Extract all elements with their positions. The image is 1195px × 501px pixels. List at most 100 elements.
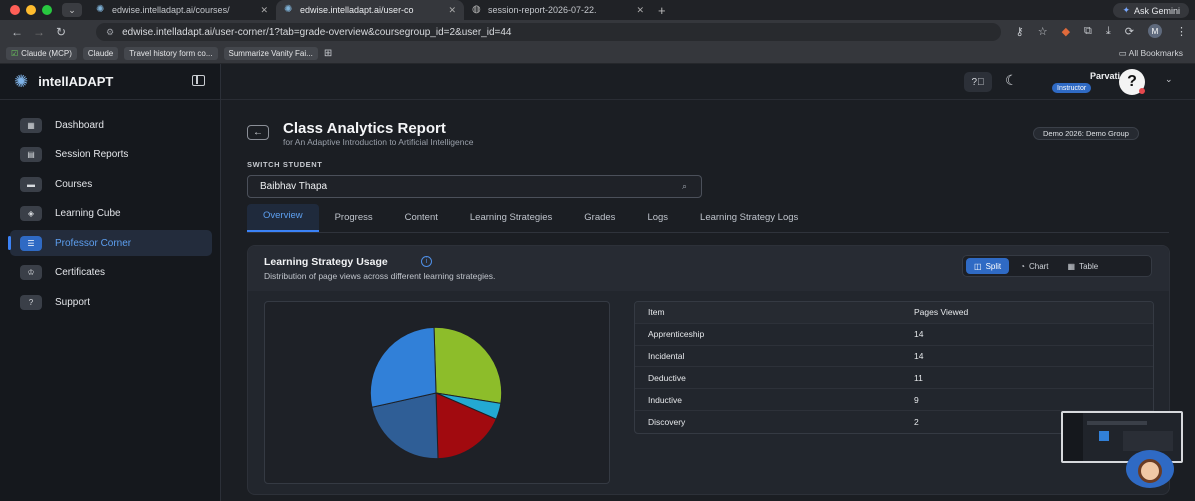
kebab-menu-icon[interactable]: ⋮ xyxy=(1176,25,1187,38)
arrow-left-icon: ← xyxy=(253,127,263,138)
sidebar-item-courses[interactable]: ▬ Courses xyxy=(10,171,212,197)
back-arrow-icon[interactable]: ← xyxy=(6,25,28,39)
tab-learning-strategies[interactable]: Learning Strategies xyxy=(454,212,568,232)
sidebar-nav: ▦ Dashboard ▤ Session Reports ▬ Courses ◈ Le… xyxy=(8,112,212,319)
close-tab-icon[interactable]: ✕ xyxy=(636,5,644,16)
password-key-icon[interactable]: ⚷ xyxy=(1016,25,1024,38)
apps-grid-icon[interactable]: ⊞ xyxy=(324,48,332,59)
bookmark-label: Claude (MCP) xyxy=(21,49,72,58)
student-select-value: Baibhav Thapa xyxy=(260,181,328,192)
user-menu-chevron-icon[interactable]: ⌄ xyxy=(1165,74,1173,85)
tab-overview[interactable]: Overview xyxy=(247,204,319,232)
address-bar[interactable]: ⚙ edwise.intelladapt.ai/user-corner/1?ta… xyxy=(96,23,1001,41)
table-header-row: Item Pages Viewed xyxy=(635,302,1153,324)
extensions-puzzle-icon[interactable]: ⧉ xyxy=(1084,25,1092,38)
browser-tab-active[interactable]: ✺ edwise.intelladapt.ai/user-co ✕ xyxy=(276,0,464,20)
browser-tab[interactable]: ◍ session-report-2026-07-22. ✕ xyxy=(464,0,652,20)
folder-icon: ▭ xyxy=(1118,48,1129,58)
student-select[interactable]: Baibhav Thapa ⌕ xyxy=(247,175,702,198)
browser-tab-strip: ⌄ ✺ edwise.intelladapt.ai/courses/ ✕ ✺ e… xyxy=(0,0,1195,20)
row-pages-viewed: 14 xyxy=(914,350,924,361)
brand-logo-icon: ✺ xyxy=(14,71,29,91)
report-tabs: Overview Progress Content Learning Strat… xyxy=(247,204,814,232)
sidebar-item-learning-cube[interactable]: ◈ Learning Cube xyxy=(10,201,212,227)
close-window-button[interactable] xyxy=(10,5,20,15)
split-view-icon: ◫ xyxy=(974,261,982,271)
tab-progress[interactable]: Progress xyxy=(319,212,389,232)
bookmark-item[interactable]: ☑ Claude (MCP) xyxy=(6,47,77,60)
all-bookmarks-button[interactable]: ▭ All Bookmarks xyxy=(1119,48,1183,59)
bookmark-star-icon[interactable]: ☆ xyxy=(1038,25,1048,38)
sidebar-item-session-reports[interactable]: ▤ Session Reports xyxy=(10,142,212,168)
download-icon[interactable]: ⤓ xyxy=(1106,25,1111,38)
site-info-icon[interactable]: ⚙ xyxy=(106,27,114,38)
minimize-window-button[interactable] xyxy=(26,5,36,15)
row-item: Inductive xyxy=(648,394,683,405)
row-pages-viewed: 11 xyxy=(914,372,923,383)
view-chart-label: Chart xyxy=(1028,261,1049,271)
sidebar-toggle-icon[interactable] xyxy=(192,75,205,86)
sidebar-item-dashboard[interactable]: ▦ Dashboard xyxy=(10,112,212,138)
bookmark-item[interactable]: Summarize Vanity Fai... xyxy=(223,47,318,60)
tab-content[interactable]: Content xyxy=(389,212,454,232)
address-bar-url: edwise.intelladapt.ai/user-corner/1?tab=… xyxy=(122,26,512,38)
sidebar-item-support[interactable]: ? Support xyxy=(10,290,212,316)
info-icon[interactable]: i xyxy=(421,256,432,267)
sidebar: ✺ intellADAPT ▦ Dashboard ▤ Session Report… xyxy=(0,64,221,501)
browser-tab[interactable]: ✺ edwise.intelladapt.ai/courses/ ✕ xyxy=(88,0,276,20)
bookmarks-bar: ☑ Claude (MCP) Claude Travel history form… xyxy=(0,44,1195,64)
sync-icon[interactable]: ⟳ xyxy=(1125,25,1134,38)
close-tab-icon[interactable]: ✕ xyxy=(260,5,268,16)
view-split-label: Split xyxy=(985,261,1002,271)
assistant-avatar-icon xyxy=(1138,459,1162,483)
search-icon: ⌕ xyxy=(681,181,687,191)
ask-gemini-button[interactable]: ✦ Ask Gemini xyxy=(1113,3,1189,18)
check-icon: ☑ xyxy=(11,49,19,58)
top-bar: ?⃝ ☾ Parvati N Instructor ? ⌄ xyxy=(221,64,1195,100)
help-button[interactable]: ?⃝ xyxy=(964,72,992,92)
forward-arrow-icon[interactable]: → xyxy=(28,25,50,39)
row-item: Incidental xyxy=(648,350,685,361)
brand[interactable]: ✺ intellADAPT xyxy=(0,64,220,100)
dark-mode-toggle-icon[interactable]: ☾ xyxy=(1005,72,1018,89)
view-split-button[interactable]: ◫ Split xyxy=(966,258,1010,274)
tab-grades[interactable]: Grades xyxy=(568,212,631,232)
bookmark-item[interactable]: Travel history form co... xyxy=(124,47,218,60)
maximize-window-button[interactable] xyxy=(42,5,52,15)
tab-search-button[interactable]: ⌄ xyxy=(62,3,82,17)
card-description: Distribution of page views across differ… xyxy=(264,271,496,281)
switch-student-label: SWITCH STUDENT xyxy=(247,160,323,169)
new-tab-button[interactable]: + xyxy=(658,3,666,18)
pie-slice-apprenticeship[interactable] xyxy=(433,326,503,404)
profile-avatar[interactable]: M xyxy=(1148,24,1162,38)
group-badge: Demo 2026: Demo Group xyxy=(1033,127,1139,140)
sidebar-item-professor-corner[interactable]: ☰ Professor Corner xyxy=(8,230,212,257)
tab-learning-strategy-logs[interactable]: Learning Strategy Logs xyxy=(684,212,814,232)
close-tab-icon[interactable]: ✕ xyxy=(448,5,456,16)
row-item: Apprenticeship xyxy=(648,329,705,340)
reload-icon[interactable]: ↻ xyxy=(50,25,72,39)
browser-tab-label: session-report-2026-07-22. xyxy=(488,5,597,15)
pie-chart xyxy=(369,326,503,460)
row-pages-viewed: 9 xyxy=(914,394,919,405)
pie-slice-incidental[interactable] xyxy=(369,326,437,408)
back-button[interactable]: ← xyxy=(247,125,269,140)
strategy-usage-card: Learning Strategy Usage i Distribution o… xyxy=(247,245,1170,495)
extension-icon[interactable]: ◆ xyxy=(1062,25,1070,38)
globe-icon: ◍ xyxy=(472,4,481,15)
bookmark-label: Claude xyxy=(87,49,114,58)
row-pages-viewed: 2 xyxy=(914,416,919,427)
table-row: Deductive 11 xyxy=(635,367,1153,390)
bookmark-label: Travel history form co... xyxy=(129,49,213,58)
bookmark-item[interactable]: Claude xyxy=(82,47,119,60)
view-table-button[interactable]: ▦ Table xyxy=(1060,258,1107,274)
view-table-label: Table xyxy=(1079,261,1099,271)
browser-tab-label: edwise.intelladapt.ai/user-co xyxy=(300,5,414,15)
page-subtitle: for An Adaptive Introduction to Artifici… xyxy=(283,137,474,147)
view-chart-button[interactable]: ◔ Chart xyxy=(1012,258,1056,274)
window-controls xyxy=(0,5,62,15)
dashboard-icon: ▦ xyxy=(20,117,42,133)
page-title: Class Analytics Report xyxy=(283,120,446,137)
tab-logs[interactable]: Logs xyxy=(631,212,684,232)
sidebar-item-certificates[interactable]: ♔ Certificates xyxy=(10,260,212,286)
